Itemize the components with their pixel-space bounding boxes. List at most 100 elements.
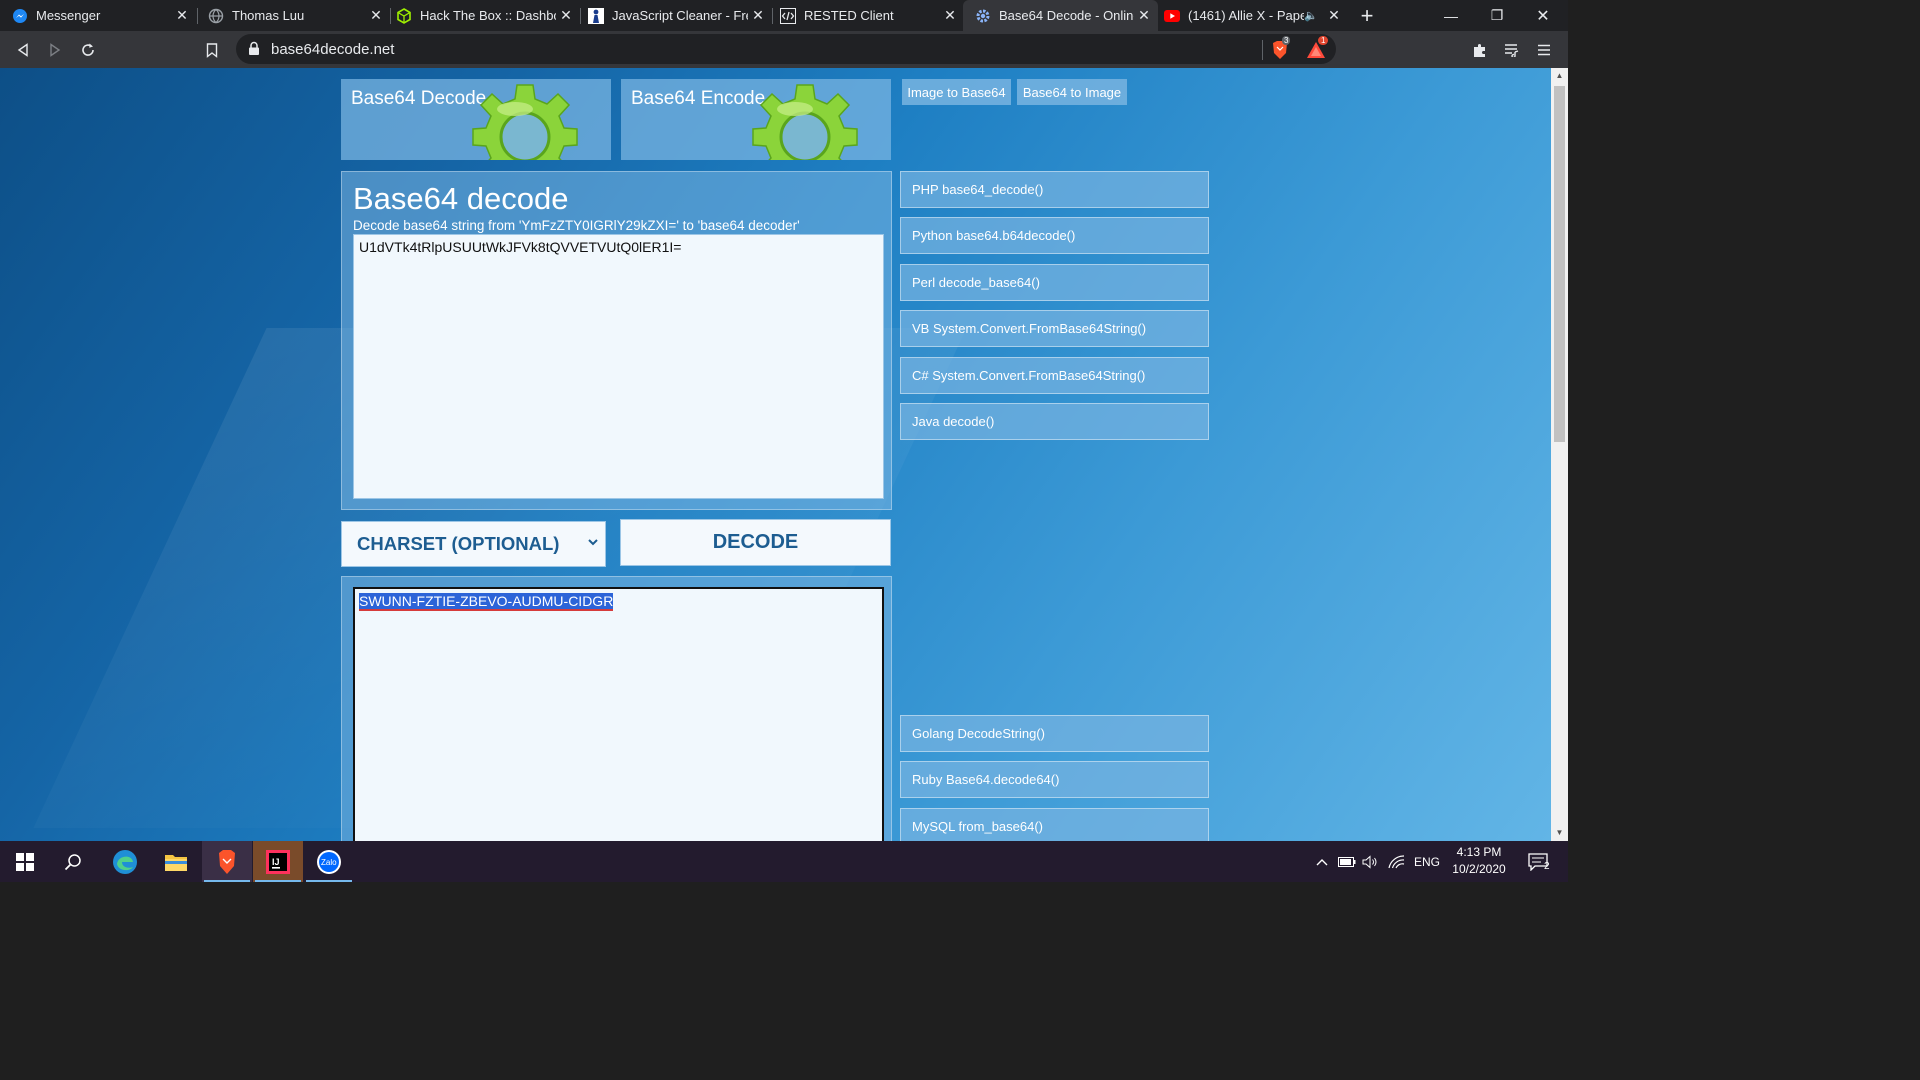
tab-thomas-luu[interactable]: Thomas Luu ✕ bbox=[196, 0, 390, 31]
wifi-icon[interactable] bbox=[1386, 841, 1408, 882]
close-window-button[interactable]: ✕ bbox=[1520, 0, 1566, 31]
brave-lion-icon bbox=[219, 849, 235, 874]
edge-taskbar-icon[interactable] bbox=[100, 841, 150, 882]
vb-frombase64string-link[interactable]: VB System.Convert.FromBase64String() bbox=[900, 310, 1209, 347]
tab-hack-the-box[interactable]: Hack The Box :: Dashboa ✕ bbox=[384, 0, 580, 31]
youtube-icon bbox=[1164, 8, 1180, 24]
code-icon bbox=[780, 7, 796, 24]
edge-icon bbox=[113, 849, 137, 874]
gear-icon bbox=[472, 84, 578, 160]
svg-text:Zalo: Zalo bbox=[321, 858, 337, 867]
back-arrow-icon bbox=[17, 43, 28, 57]
tab-title: Messenger bbox=[36, 8, 101, 23]
volume-icon[interactable] bbox=[1360, 841, 1382, 882]
address-bar[interactable]: base64decode.net bbox=[236, 34, 1336, 64]
tab-title: JavaScript Cleaner - Free bbox=[612, 8, 748, 23]
close-icon[interactable]: ✕ bbox=[1134, 7, 1154, 24]
language-indicator[interactable]: ENG bbox=[1412, 841, 1442, 882]
notification-count-badge: 2 bbox=[1544, 861, 1550, 872]
action-center-button[interactable]: 2 bbox=[1520, 841, 1556, 882]
browser-toolbar: base64decode.net 3 1 bbox=[0, 31, 1568, 68]
base64-to-image-link[interactable]: Base64 to Image bbox=[1017, 79, 1127, 105]
decode-button[interactable]: DECODE bbox=[620, 519, 891, 566]
bookmark-button[interactable] bbox=[200, 38, 224, 62]
mysql-from-base64-link[interactable]: MySQL from_base64() bbox=[900, 808, 1209, 841]
page-scrollbar[interactable]: ▲ ▼ bbox=[1551, 68, 1568, 841]
brave-taskbar-icon[interactable] bbox=[202, 841, 252, 882]
gear-icon bbox=[752, 84, 858, 160]
lock-icon[interactable] bbox=[248, 41, 260, 61]
globe-icon bbox=[208, 8, 224, 24]
battery-icon[interactable] bbox=[1336, 841, 1358, 882]
forward-arrow-icon bbox=[50, 43, 61, 57]
intellij-icon: IJ bbox=[266, 849, 290, 874]
charset-select[interactable]: CHARSET (OPTIONAL) bbox=[341, 521, 606, 567]
tab-title: RESTED Client bbox=[804, 8, 894, 23]
base64-input-textarea[interactable]: U1dVTk4tRlpUSUUtWkJFVk8tQVVETVUtQ0lER1I= bbox=[353, 234, 884, 499]
menu-button[interactable] bbox=[1532, 38, 1556, 62]
close-icon[interactable]: ✕ bbox=[556, 7, 576, 24]
tab-youtube[interactable]: (1461) Allie X - Paper 🔈 ✕ bbox=[1158, 0, 1348, 31]
brave-shields-button[interactable]: 3 bbox=[1268, 36, 1292, 62]
messenger-icon bbox=[12, 8, 28, 24]
php-base64-decode-link[interactable]: PHP base64_decode() bbox=[900, 171, 1209, 208]
intellij-taskbar-icon[interactable]: IJ bbox=[253, 841, 303, 882]
decoded-output-textarea[interactable]: SWUNN-FZTIE-ZBEVO-AUDMU-CIDGR bbox=[353, 587, 884, 841]
tab-title: Base64 Decode - Online bbox=[999, 8, 1134, 23]
bookmark-icon bbox=[206, 42, 218, 58]
reload-button[interactable] bbox=[76, 38, 100, 62]
python-b64decode-link[interactable]: Python base64.b64decode() bbox=[900, 217, 1209, 254]
brave-rewards-button[interactable]: 1 bbox=[1304, 36, 1329, 62]
close-icon[interactable]: ✕ bbox=[940, 7, 960, 24]
zalo-taskbar-icon[interactable]: Zalo bbox=[304, 841, 354, 882]
perl-decode-base64-link[interactable]: Perl decode_base64() bbox=[900, 264, 1209, 301]
windows-logo-icon bbox=[16, 852, 34, 871]
tile-label: Base64 Encode bbox=[631, 88, 766, 109]
file-explorer-taskbar-icon[interactable] bbox=[151, 841, 201, 882]
golang-decodestring-link[interactable]: Golang DecodeString() bbox=[900, 715, 1209, 752]
base64-encode-tile[interactable]: Base64 Encode bbox=[621, 79, 891, 160]
close-icon[interactable]: ✕ bbox=[1324, 7, 1344, 24]
search-icon bbox=[64, 853, 81, 870]
puzzle-icon bbox=[1474, 43, 1485, 57]
speaker-icon[interactable]: 🔈 bbox=[1304, 9, 1318, 22]
scroll-up-icon[interactable]: ▲ bbox=[1551, 68, 1568, 84]
tab-title: Hack The Box :: Dashboa bbox=[420, 8, 556, 23]
media-queue-icon bbox=[1505, 44, 1519, 57]
csharp-frombase64string-link[interactable]: C# System.Convert.FromBase64String() bbox=[900, 357, 1209, 394]
start-button[interactable] bbox=[0, 841, 50, 882]
tab-javascript-cleaner[interactable]: JavaScript Cleaner - Free ✕ bbox=[576, 0, 772, 31]
close-icon[interactable]: ✕ bbox=[366, 7, 386, 24]
close-icon[interactable]: ✕ bbox=[748, 7, 768, 24]
extensions-button[interactable] bbox=[1468, 38, 1492, 62]
selected-output-text[interactable]: SWUNN-FZTIE-ZBEVO-AUDMU-CIDGR bbox=[359, 593, 614, 611]
tab-rested-client[interactable]: RESTED Client ✕ bbox=[768, 0, 964, 31]
new-tab-button[interactable]: + bbox=[1344, 0, 1390, 31]
back-button[interactable] bbox=[11, 38, 35, 62]
base64-decode-tile[interactable]: Base64 Decode bbox=[341, 79, 611, 160]
zalo-icon: Zalo bbox=[317, 849, 341, 874]
tab-base64-decode[interactable]: Base64 Decode - Online ✕ bbox=[963, 0, 1158, 31]
scrollbar-thumb[interactable] bbox=[1554, 86, 1565, 442]
page-viewport: Base64 Decode Base64 Encode Image to Bas… bbox=[0, 68, 1551, 841]
java-decode-link[interactable]: Java decode() bbox=[900, 403, 1209, 440]
close-icon[interactable]: ✕ bbox=[172, 7, 192, 24]
decode-panel: Base64 decode Decode base64 string from … bbox=[341, 171, 892, 510]
js-cleaner-icon bbox=[588, 7, 604, 24]
clock-date: 10/2/2020 bbox=[1452, 862, 1506, 876]
hackthebox-icon bbox=[396, 7, 412, 24]
image-to-base64-link[interactable]: Image to Base64 bbox=[902, 79, 1011, 105]
tile-label: Base64 Decode bbox=[351, 88, 487, 109]
page-title: Base64 decode bbox=[353, 181, 569, 216]
restore-button[interactable]: ❐ bbox=[1474, 0, 1520, 31]
ruby-decode64-link[interactable]: Ruby Base64.decode64() bbox=[900, 761, 1209, 798]
chevron-up-icon[interactable] bbox=[1312, 841, 1332, 882]
minimize-button[interactable]: — bbox=[1428, 0, 1474, 31]
scroll-down-icon[interactable]: ▼ bbox=[1551, 825, 1568, 841]
playlist-button[interactable] bbox=[1500, 38, 1524, 62]
system-clock[interactable]: 4:13 PM 10/2/2020 bbox=[1443, 844, 1515, 878]
forward-button[interactable] bbox=[43, 38, 67, 62]
tab-messenger[interactable]: Messenger ✕ bbox=[0, 0, 196, 31]
search-button[interactable] bbox=[48, 841, 98, 882]
charset-label: CHARSET (OPTIONAL) bbox=[357, 533, 560, 554]
